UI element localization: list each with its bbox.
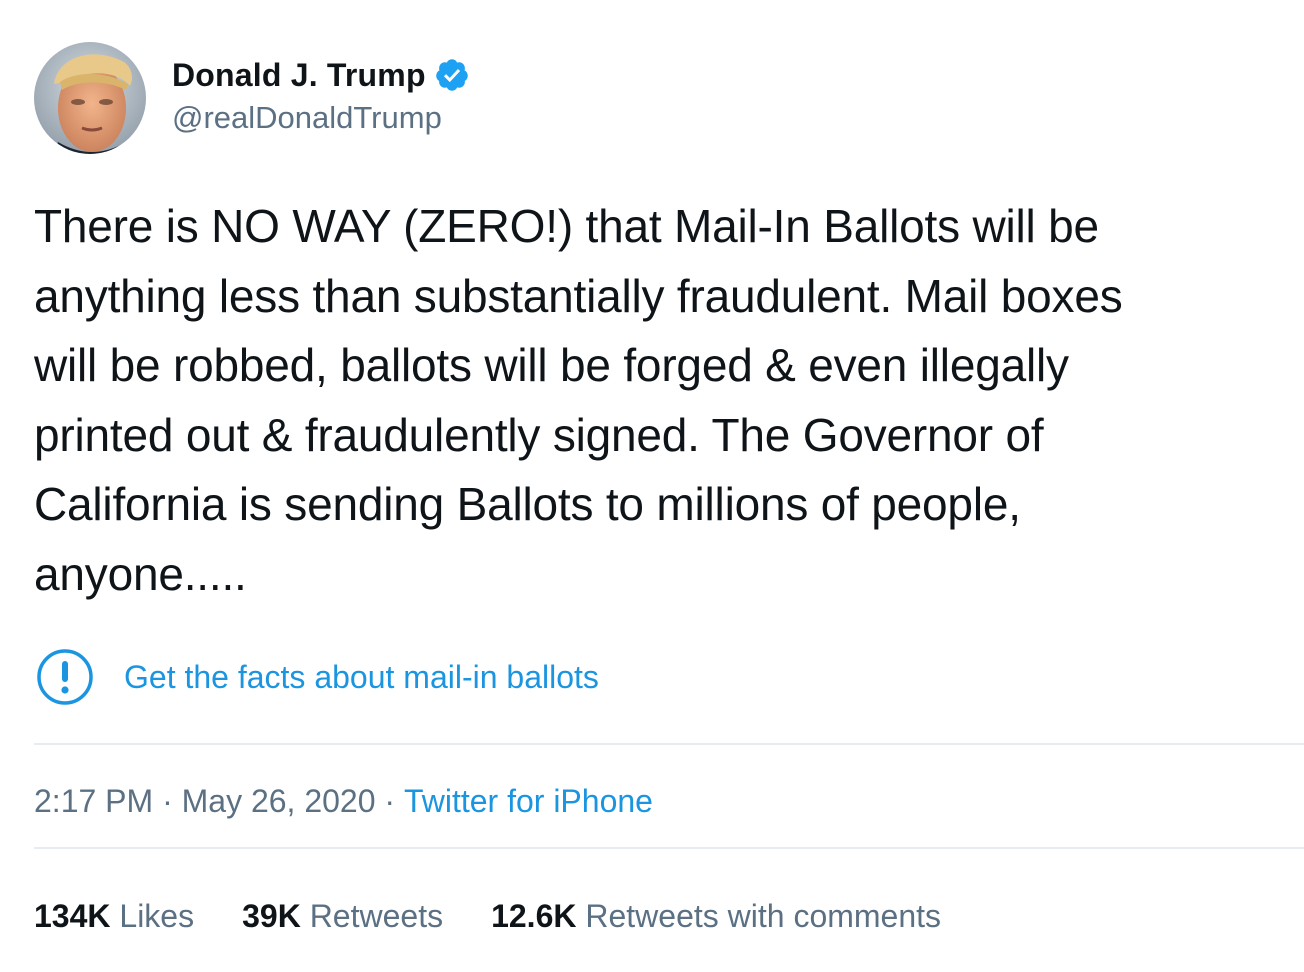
quote-tweets-count: 12.6K bbox=[491, 898, 577, 934]
retweets-label: Retweets bbox=[300, 898, 444, 934]
retweets-count: 39K bbox=[242, 898, 301, 934]
author-display-name[interactable]: Donald J. Trump bbox=[172, 57, 426, 94]
tweet-source-link[interactable]: Twitter for iPhone bbox=[404, 783, 653, 820]
fact-check-link[interactable]: Get the facts about mail-in ballots bbox=[124, 659, 599, 696]
likes-count: 134K bbox=[34, 898, 111, 934]
divider bbox=[34, 847, 1304, 849]
verified-badge-icon bbox=[434, 57, 470, 93]
author-handle[interactable]: @realDonaldTrump bbox=[172, 100, 442, 136]
profile-photo-icon bbox=[34, 42, 146, 154]
retweets-stat[interactable]: 39K Retweets bbox=[242, 898, 443, 935]
author-name-row: Donald J. Trump bbox=[172, 54, 470, 96]
tweet-card: Donald J. Trump @realDonaldTrump There i… bbox=[0, 0, 1304, 972]
tweet-metadata: 2:17 PM · May 26, 2020 · Twitter for iPh… bbox=[34, 783, 653, 820]
exclamation-circle-icon bbox=[36, 648, 94, 706]
divider bbox=[34, 743, 1304, 745]
tweet-date[interactable]: May 26, 2020 bbox=[182, 783, 376, 820]
meta-separator: · bbox=[153, 783, 182, 819]
tweet-time[interactable]: 2:17 PM bbox=[34, 783, 153, 820]
likes-stat[interactable]: 134K Likes bbox=[34, 898, 194, 935]
fact-check-notice[interactable]: Get the facts about mail-in ballots bbox=[36, 648, 599, 706]
quote-tweets-stat[interactable]: 12.6K Retweets with comments bbox=[491, 898, 941, 935]
quote-tweets-label: Retweets with comments bbox=[576, 898, 942, 934]
avatar[interactable] bbox=[34, 42, 146, 154]
tweet-stats: 134K Likes 39K Retweets 12.6K Retweets w… bbox=[34, 898, 989, 935]
meta-separator: · bbox=[375, 783, 404, 819]
tweet-text: There is NO WAY (ZERO!) that Mail-In Bal… bbox=[34, 200, 1123, 600]
likes-label: Likes bbox=[110, 898, 195, 934]
